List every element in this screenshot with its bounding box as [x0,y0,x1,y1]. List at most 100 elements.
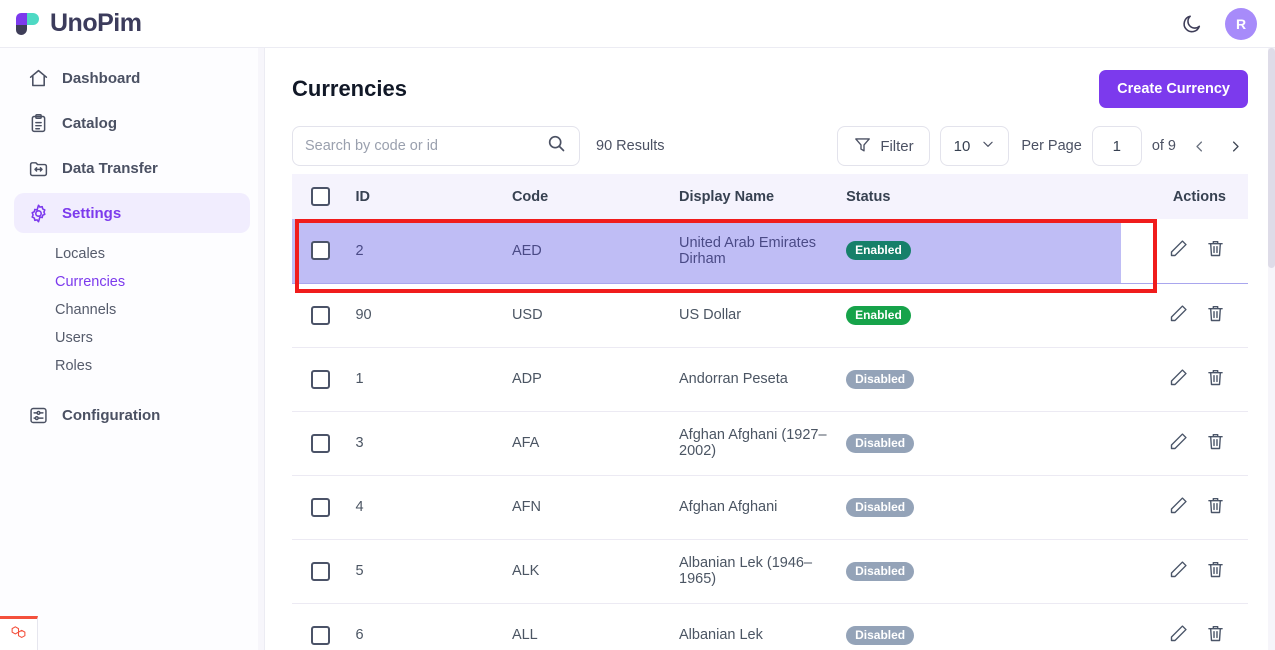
row-checkbox[interactable] [311,434,330,453]
select-all-header [292,174,355,219]
sidebar-scrollbar[interactable] [258,48,264,650]
sidebar-item-catalog[interactable]: Catalog [14,103,250,143]
row-select-cell [292,347,355,411]
main-content: Currencies Create Currency 90 Results [265,48,1275,650]
cell-actions [1121,283,1248,347]
next-page-button[interactable] [1222,131,1248,161]
sidebar-item-settings[interactable]: Settings [14,193,250,233]
row-checkbox[interactable] [311,562,330,581]
column-header-id[interactable]: ID [355,174,512,219]
status-badge: Disabled [846,498,914,517]
sidebar-subitem-locales[interactable]: Locales [14,240,250,268]
row-checkbox[interactable] [311,241,330,260]
cell-actions [1121,475,1248,539]
page-header: Currencies Create Currency [292,48,1248,118]
page-number-input[interactable] [1092,126,1142,166]
main-scrollbar[interactable] [1268,48,1275,650]
scrollbar-thumb[interactable] [1268,48,1275,268]
avatar[interactable]: R [1225,8,1257,40]
sidebar-item-configuration[interactable]: Configuration [14,395,250,435]
sidebar-subitem-roles[interactable]: Roles [14,352,250,380]
cell-actions [1121,347,1248,411]
row-checkbox[interactable] [311,306,330,325]
row-select-cell [292,475,355,539]
table-row[interactable]: 4AFNAfghan AfghaniDisabled [292,475,1248,539]
row-checkbox[interactable] [311,370,330,389]
row-checkbox[interactable] [311,626,330,645]
filter-button[interactable]: Filter [837,126,929,166]
brand-name: UnoPim [50,9,141,38]
previous-page-button[interactable] [1186,131,1212,161]
create-currency-button[interactable]: Create Currency [1099,70,1248,108]
cell-status: Disabled [846,411,1121,475]
unopim-logo-icon [12,9,42,39]
cell-id: 5 [355,539,512,603]
trash-icon[interactable] [1205,495,1226,516]
cell-status: Enabled [846,283,1121,347]
cell-id: 2 [355,219,512,283]
table-row[interactable]: 90USDUS DollarEnabled [292,283,1248,347]
trash-icon[interactable] [1205,367,1226,388]
table-row[interactable]: 3AFAAfghan Afghani (1927–2002)Disabled [292,411,1248,475]
cell-display-name: US Dollar [679,283,846,347]
trash-icon[interactable] [1205,623,1226,644]
moon-icon[interactable] [1181,13,1203,35]
select-all-checkbox[interactable] [311,187,330,206]
pencil-icon[interactable] [1168,495,1189,516]
sidebar-subitem-label: Roles [55,358,92,374]
table-header: ID Code Display Name Status Actions [292,174,1248,219]
sidebar-item-dashboard[interactable]: Dashboard [14,58,250,98]
sidebar-item-data-transfer[interactable]: Data Transfer [14,148,250,188]
laravel-debugbar-toggle[interactable] [0,616,38,650]
table-row[interactable]: 2AEDUnited Arab Emirates DirhamEnabled [292,219,1248,283]
per-page-select[interactable]: 10 [940,126,1010,166]
cell-code: ALL [512,603,679,650]
per-page-label: Per Page [1021,138,1081,154]
trash-icon[interactable] [1205,303,1226,324]
cell-display-name: Afghan Afghani [679,475,846,539]
trash-icon[interactable] [1205,431,1226,452]
sidebar-subitem-channels[interactable]: Channels [14,296,250,324]
cell-code: ADP [512,347,679,411]
search-input[interactable] [305,138,546,154]
table-body: 2AEDUnited Arab Emirates DirhamEnabled90… [292,219,1248,650]
per-page-value: 10 [954,138,971,155]
sidebar-subitem-label: Users [55,330,93,346]
status-badge: Disabled [846,562,914,581]
pencil-icon[interactable] [1168,238,1189,259]
cell-actions [1121,539,1248,603]
status-badge: Disabled [846,434,914,453]
spacer [14,386,250,395]
table-row[interactable]: 6ALLAlbanian LekDisabled [292,603,1248,650]
column-header-actions: Actions [1121,174,1248,219]
table-row[interactable]: 1ADPAndorran PesetaDisabled [292,347,1248,411]
cell-id: 6 [355,603,512,650]
cell-code: AFN [512,475,679,539]
sidebar-subitem-users[interactable]: Users [14,324,250,352]
pencil-icon[interactable] [1168,559,1189,580]
sidebar-subitem-currencies[interactable]: Currencies [14,268,250,296]
row-checkbox[interactable] [311,498,330,517]
trash-icon[interactable] [1205,559,1226,580]
currencies-table-area: ID Code Display Name Status Actions 2AED… [292,174,1248,650]
column-header-code[interactable]: Code [512,174,679,219]
cell-id: 3 [355,411,512,475]
pencil-icon[interactable] [1168,303,1189,324]
brand-logo[interactable]: UnoPim [0,9,141,39]
sidebar-subitem-label: Currencies [55,274,125,290]
table-row[interactable]: 5ALKAlbanian Lek (1946–1965)Disabled [292,539,1248,603]
pencil-icon[interactable] [1168,367,1189,388]
cell-code: ALK [512,539,679,603]
trash-icon[interactable] [1205,238,1226,259]
top-bar-actions: R [1181,8,1275,40]
pencil-icon[interactable] [1168,431,1189,452]
search-icon[interactable] [546,133,567,159]
cell-status: Enabled [846,219,1121,283]
pencil-icon[interactable] [1168,623,1189,644]
results-count: 90 Results [596,138,665,154]
home-icon [28,68,49,89]
sidebar-subitem-label: Channels [55,302,116,318]
column-header-display-name[interactable]: Display Name [679,174,846,219]
column-header-status[interactable]: Status [846,174,1121,219]
search-box[interactable] [292,126,580,166]
